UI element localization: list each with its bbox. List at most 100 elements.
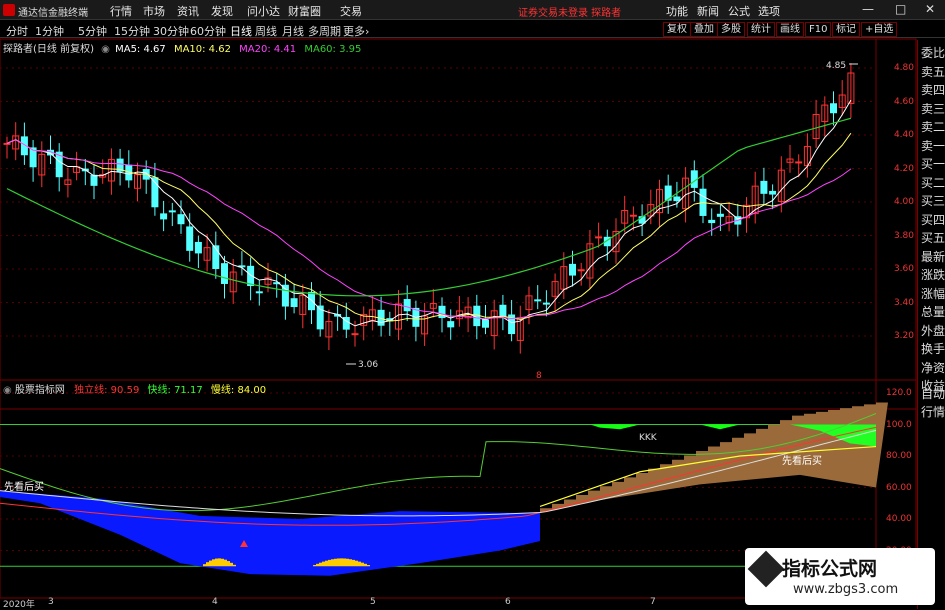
sidebar-item-6[interactable]: 买一 (921, 155, 945, 172)
sidebar2-item-1[interactable]: 行情 (921, 403, 945, 420)
candle-body (186, 226, 194, 251)
yellow-bar (209, 560, 212, 567)
yellow-bar (227, 561, 230, 567)
indicator-tick: 120.0 (886, 388, 912, 398)
date-marker: 8 (536, 371, 542, 381)
candle-body (482, 319, 489, 328)
price-tick: 3.40 (893, 297, 914, 308)
price-tick: 3.20 (893, 331, 914, 341)
yellow-bar (319, 562, 322, 567)
candle-body (830, 103, 837, 114)
line2-value: 71.17 (174, 385, 203, 396)
yellow-bar (361, 562, 364, 567)
candle-body (308, 291, 315, 311)
yellow-bar (352, 559, 355, 567)
yellow-bar (328, 559, 331, 567)
sidebar-item-12[interactable]: 涨跌 (921, 266, 945, 283)
sidebar-item-13[interactable]: 涨幅 (921, 285, 945, 302)
yellow-bar (331, 559, 334, 567)
sidebar-item-3[interactable]: 卖三 (921, 100, 945, 117)
indicator-tick: 40.00 (886, 514, 912, 524)
yellow-bar (233, 564, 236, 567)
sidebar-item-1[interactable]: 卖五 (921, 63, 945, 80)
candle-body (351, 333, 359, 336)
sidebar-item-9[interactable]: 买四 (921, 211, 945, 228)
candle-body (708, 219, 716, 224)
candle-body (221, 263, 228, 284)
green-patch (700, 424, 740, 430)
indicator-settings-icon[interactable]: ◉ (3, 385, 12, 396)
brown-area (540, 402, 888, 513)
sidebar-item-14[interactable]: 总量 (921, 303, 945, 320)
ma5-label: MA5: 4.67 (115, 44, 166, 55)
sidebar-item-17[interactable]: 净资 (921, 359, 945, 376)
sidebar-item-10[interactable]: 买五 (921, 229, 945, 246)
date-tick: 2020年 (3, 600, 35, 610)
date-tick: 6 (505, 597, 511, 607)
candle-body (673, 196, 681, 202)
sidebar-item-16[interactable]: 换手 (921, 340, 945, 357)
candle-body (769, 190, 777, 195)
price-tick: 3.60 (893, 264, 914, 274)
ma10-label: MA10: 4.62 (173, 44, 231, 55)
ma60-label: MA60: 3.95 (304, 44, 362, 55)
watermark-title: 指标公式网 (782, 558, 878, 580)
candle-body (760, 180, 768, 194)
yellow-bar (203, 564, 206, 567)
watermark-url: www.zbgs3.com (793, 582, 899, 597)
candle-body (629, 214, 637, 217)
yellow-bar (337, 558, 340, 567)
candle-body (194, 241, 202, 254)
main-chart-header: 探路者(日线 前复权) ◉ MA5: 4.67 MA10: 4.62 MA20:… (0, 40, 362, 55)
sidebar-item-0[interactable]: 委比 (921, 44, 945, 61)
price-tick: 3.80 (893, 230, 914, 241)
yellow-bar (349, 559, 352, 567)
watermark-logo-icon (747, 550, 785, 588)
low-label: 3.06 (358, 360, 378, 370)
date-tick: 5 (370, 597, 376, 607)
candle-body (255, 291, 263, 294)
indicator-name: 股票指标网 (14, 385, 65, 396)
ma5-line (6, 99, 852, 327)
ma20-label: MA20: 4.41 (239, 44, 297, 55)
ma20-line (6, 139, 852, 320)
sidebar-item-7[interactable]: 买二 (921, 174, 945, 191)
yellow-bar (364, 563, 367, 567)
price-tick: 4.60 (893, 96, 914, 107)
ma10-line (6, 132, 852, 322)
candle-body (90, 174, 98, 186)
yellow-bar (325, 560, 328, 567)
buy-label-left: 先看后买 (4, 480, 44, 493)
candle-body (403, 299, 411, 312)
sidebar-item-8[interactable]: 买三 (921, 192, 945, 209)
candle-body (569, 263, 576, 276)
candle-body (3, 142, 11, 145)
yellow-bar (215, 558, 218, 567)
yellow-bar (322, 561, 325, 567)
chart-canvas[interactable]: 4.853.068KKK先看后买先看后买 (0, 0, 945, 609)
price-tick: 4.80 (893, 63, 914, 73)
date-tick: 7 (650, 597, 656, 607)
yellow-bar (218, 558, 221, 567)
settings-icon[interactable]: ◉ (101, 44, 110, 55)
watermark: 指标公式网 www.zbgs3.com (745, 548, 935, 605)
quote-sidebar: 委比 卖五 卖四 卖三 卖二 卖一 买一 买二 买三 买四 买五 最新 涨跌 涨幅 总量 外盘 换手 净资 收益 (917, 40, 945, 409)
indicator-tick: 80.00 (886, 451, 912, 461)
yellow-bar (313, 565, 316, 567)
sidebar2-item-0[interactable]: 自动 (921, 385, 945, 402)
indicator-tick: 100.0 (886, 419, 912, 430)
line3-value: 84.00 (237, 385, 267, 396)
buy-label-right: 先看后买 (782, 454, 822, 467)
candle-body (160, 213, 168, 220)
yellow-bar (334, 558, 337, 567)
sidebar-item-5[interactable]: 卖一 (921, 137, 945, 154)
kkk-label: KKK (639, 433, 658, 443)
candle-body (168, 210, 176, 213)
sidebar-item-4[interactable]: 卖二 (921, 118, 945, 135)
indicator-tick: 60.00 (886, 482, 912, 493)
sidebar-item-15[interactable]: 外盘 (921, 322, 945, 339)
sidebar-item-2[interactable]: 卖四 (921, 81, 945, 98)
indicator-header: ◉ 股票指标网 独立线: 90.59 快线: 71.17 慢线: 84.00 (3, 381, 267, 396)
yellow-bar (316, 563, 319, 567)
sidebar-item-11[interactable]: 最新 (921, 248, 945, 265)
